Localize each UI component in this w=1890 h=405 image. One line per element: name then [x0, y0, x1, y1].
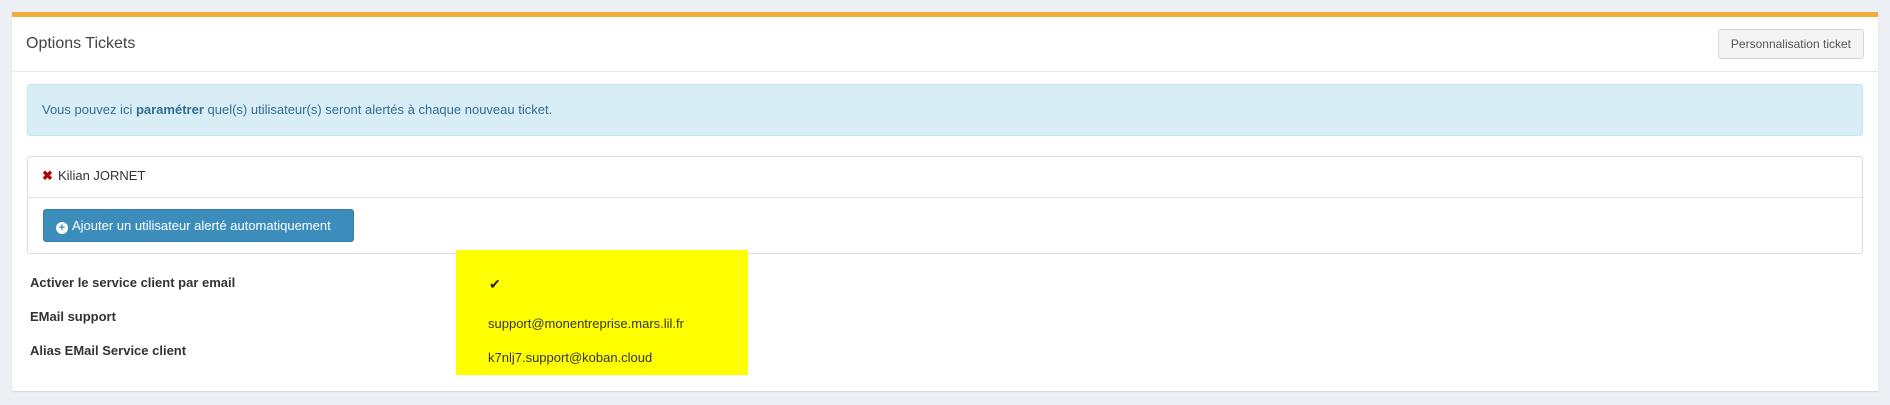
setting-value-alias-email: k7nlj7.support@koban.cloud [488, 350, 653, 365]
page-title: Options Tickets [26, 35, 136, 52]
alerted-user-row: ✖ Kilian JORNET [28, 157, 1862, 198]
alerted-users-panel: ✖ Kilian JORNET + Ajouter un utilisateur … [27, 156, 1863, 254]
add-alerted-user-button[interactable]: + Ajouter un utilisateur alerté automatiq… [43, 209, 354, 242]
setting-value-email-support: support@monentreprise.mars.lil.fr [488, 316, 684, 331]
callout-text-bold: paramétrer [135, 102, 204, 117]
check-icon: ✔ [489, 276, 501, 292]
info-callout: Vous pouvez ici paramétrer quel(s) utili… [27, 84, 1863, 136]
plus-circle-icon: + [56, 222, 68, 234]
options-tickets-box: Options Tickets Personnalisation ticket … [12, 12, 1878, 391]
add-alerted-user-label: Ajouter un utilisateur alerté automatiqu… [72, 218, 331, 233]
remove-icon[interactable]: ✖ [42, 169, 54, 183]
setting-label-email-service: Activer le service client par email [30, 275, 236, 290]
callout-text-end: quel(s) utilisateur(s) seront alertés à … [203, 102, 553, 117]
setting-label-alias-email: Alias EMail Service client [30, 343, 187, 358]
customize-ticket-button[interactable]: Personnalisation ticket [1717, 29, 1864, 59]
setting-label-email-support: EMail support [30, 309, 116, 324]
alerted-user-name: Kilian JORNET [58, 168, 146, 183]
callout-text-start: Vous pouvez ici [42, 102, 136, 117]
box-header: Options Tickets Personnalisation ticket [12, 17, 1878, 72]
